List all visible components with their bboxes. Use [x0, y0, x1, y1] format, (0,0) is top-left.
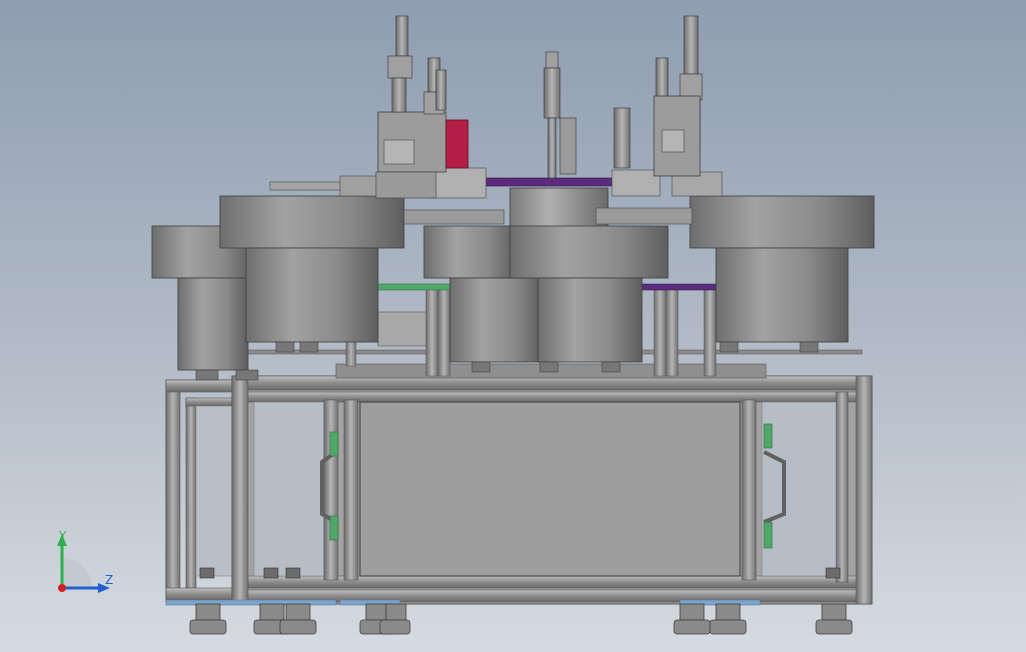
- front-panel: [359, 401, 741, 577]
- pick-place-unit-right[interactable]: [613, 15, 703, 177]
- bowl-feeder-right[interactable]: [689, 195, 875, 353]
- pick-place-unit-center[interactable]: [543, 51, 577, 179]
- base-frame-main[interactable]: [231, 375, 873, 605]
- cad-viewport[interactable]: Y Z: [0, 0, 1026, 652]
- bowl-feeder-left[interactable]: [219, 195, 405, 353]
- axis-triad-icon: Y Z: [57, 529, 113, 593]
- axis-label-z: Z: [105, 573, 113, 587]
- red-actuator-block[interactable]: [445, 119, 469, 169]
- axis-label-y: Y: [58, 529, 67, 543]
- machine-model-3d-view[interactable]: [0, 0, 1026, 652]
- bowl-feeder-far-left[interactable]: [151, 225, 259, 381]
